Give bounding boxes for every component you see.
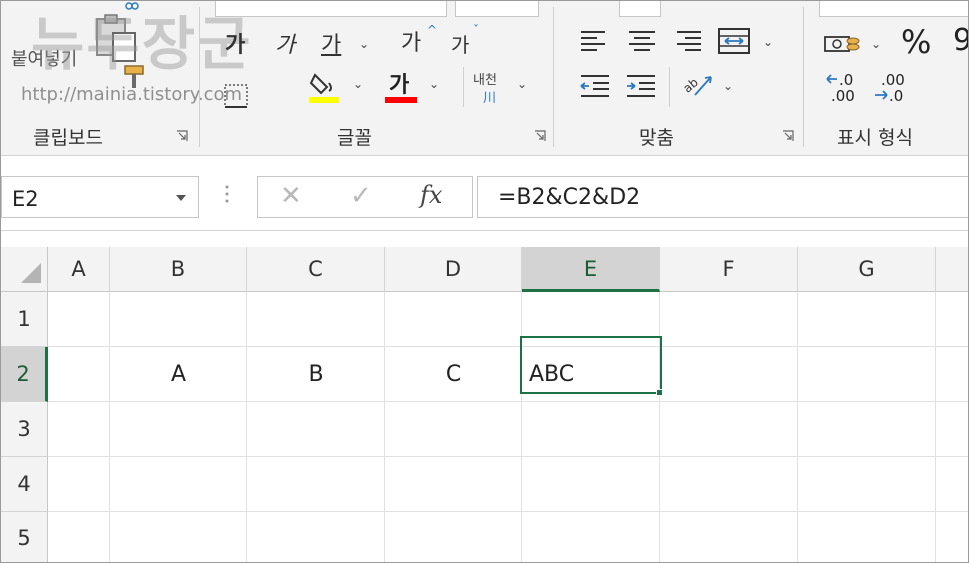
worksheet-grid: A B C D E F G 1 2 3 4 5 A B C ABC xyxy=(1,247,968,562)
increase-decimal-button[interactable]: .0 .00 xyxy=(825,71,861,107)
gridline xyxy=(384,292,385,562)
row-header-5[interactable]: 5 xyxy=(1,512,48,562)
orientation-dropdown-icon[interactable]: ⌄ xyxy=(723,79,733,93)
increase-decimal-bottom: .00 xyxy=(831,87,855,105)
active-cell-border xyxy=(520,336,662,394)
insert-function-icon[interactable]: fx xyxy=(420,181,442,209)
phonetic-icon: 川 xyxy=(483,91,497,106)
font-size-increase-button[interactable]: 가 xyxy=(401,25,421,57)
number-group-label: 표시 형식 xyxy=(837,127,913,149)
decrease-arrow-icon: ˇ xyxy=(473,23,479,37)
column-header-c[interactable]: C xyxy=(247,247,385,292)
percent-style-button[interactable]: % xyxy=(901,23,931,61)
row-header-4[interactable]: 4 xyxy=(1,457,48,512)
divider xyxy=(463,67,464,107)
underline-button[interactable]: 가 xyxy=(321,27,341,59)
orientation-combo[interactable] xyxy=(619,1,661,17)
column-header-e[interactable]: E xyxy=(522,247,660,292)
align-center-icon[interactable] xyxy=(627,29,657,53)
formula-input[interactable]: =B2&C2&D2 xyxy=(477,176,968,218)
merge-center-icon[interactable] xyxy=(717,25,751,57)
formula-bar-resize-handle-icon[interactable] xyxy=(225,184,229,204)
formula-text: =B2&C2&D2 xyxy=(498,185,641,210)
align-right-icon[interactable] xyxy=(673,29,703,53)
font-group-label: 글꼴 xyxy=(337,127,372,149)
column-header-d[interactable]: D xyxy=(385,247,522,292)
orientation-icon[interactable]: ab xyxy=(681,71,715,101)
row-header-2[interactable]: 2 xyxy=(1,347,48,402)
comma-style-button[interactable]: 9 xyxy=(953,23,968,58)
increase-indent-icon[interactable] xyxy=(625,73,657,99)
column-header-h[interactable] xyxy=(936,247,968,292)
gridline xyxy=(659,292,660,562)
font-color-button[interactable]: 가 xyxy=(389,67,409,99)
underline-dropdown-icon[interactable]: ⌄ xyxy=(359,37,369,51)
group-separator xyxy=(199,7,200,147)
column-header-b[interactable]: B xyxy=(110,247,247,292)
fill-handle[interactable] xyxy=(656,389,663,396)
gridline xyxy=(521,292,522,562)
divider xyxy=(669,67,670,107)
align-left-icon[interactable] xyxy=(579,29,609,53)
bold-button[interactable]: 가 xyxy=(225,27,245,59)
clipboard-group-label: 클립보드 xyxy=(33,127,103,149)
alignment-launcher-icon[interactable] xyxy=(781,129,795,143)
row-header-1[interactable]: 1 xyxy=(1,292,48,347)
cancel-icon[interactable]: ✕ xyxy=(280,181,302,211)
alignment-group: ⌄ ab ⌄ 맞춤 xyxy=(555,1,803,156)
font-size-decrease-button[interactable]: 가 xyxy=(451,29,469,58)
decrease-decimal-bottom: .0 xyxy=(889,87,904,105)
decrease-indent-icon[interactable] xyxy=(579,73,611,99)
formula-buttons: ✕ ✓ fx xyxy=(257,176,473,218)
font-color-dropdown-icon[interactable]: ⌄ xyxy=(429,77,439,91)
group-separator xyxy=(553,7,554,147)
font-size-combo[interactable] xyxy=(455,1,539,17)
alignment-group-label: 맞춤 xyxy=(639,127,674,149)
gridline xyxy=(48,511,968,512)
cell-b2[interactable]: A xyxy=(110,347,247,402)
number-group: ⌄ % 9 .0 .00 .00 .0 표시 형식 xyxy=(805,1,968,156)
right-arrow-icon xyxy=(875,90,888,100)
excel-window: 붙여넣기 뉴두장군 http://mainia.tistory.com 클립보드 xyxy=(0,0,969,563)
number-format-combo[interactable] xyxy=(819,1,968,17)
accounting-format-icon[interactable] xyxy=(823,31,861,57)
gridline xyxy=(246,292,247,562)
select-all-button[interactable] xyxy=(1,247,48,292)
italic-button[interactable]: 가 xyxy=(275,27,295,59)
group-separator xyxy=(803,7,804,147)
cell-c2[interactable]: B xyxy=(247,347,385,402)
column-header-g[interactable]: G xyxy=(798,247,936,292)
fill-color-icon[interactable] xyxy=(307,69,341,105)
name-box-value: E2 xyxy=(12,187,39,211)
name-box[interactable]: E2 xyxy=(1,176,199,218)
cell-d2[interactable]: C xyxy=(385,347,522,402)
gridline xyxy=(48,456,968,457)
column-header-f[interactable]: F xyxy=(660,247,798,292)
phonetic-dropdown-icon[interactable]: ⌄ xyxy=(517,77,527,91)
fill-color-dropdown-icon[interactable]: ⌄ xyxy=(353,77,363,91)
font-group: 가 가 가 ⌄ 가 ^ 가 ˇ ⌄ 가 ⌄ 내천 川 ⌄ 글꼴 xyxy=(201,1,553,156)
clipboard-launcher-icon[interactable] xyxy=(175,129,189,143)
enter-icon[interactable]: ✓ xyxy=(350,181,372,211)
row-header-3[interactable]: 3 xyxy=(1,402,48,457)
column-header-a[interactable]: A xyxy=(48,247,110,292)
formula-bar: E2 ✕ ✓ fx =B2&C2&D2 xyxy=(1,157,968,231)
name-box-dropdown-icon[interactable] xyxy=(176,195,186,201)
increase-arrow-icon: ^ xyxy=(427,23,438,37)
decrease-decimal-button[interactable]: .00 .0 xyxy=(873,71,909,107)
clipboard-group: 붙여넣기 뉴두장군 http://mainia.tistory.com 클립보드 xyxy=(1,1,250,156)
accounting-dropdown-icon[interactable]: ⌄ xyxy=(871,37,881,51)
gridline xyxy=(109,292,110,562)
font-launcher-icon[interactable] xyxy=(533,129,547,143)
phonetic-button[interactable]: 내천 xyxy=(473,69,497,88)
gridline xyxy=(935,292,936,562)
font-color-swatch xyxy=(385,97,417,103)
select-all-triangle-icon xyxy=(21,263,41,283)
merge-dropdown-icon[interactable]: ⌄ xyxy=(763,35,773,49)
left-arrow-icon xyxy=(826,74,837,84)
font-name-combo[interactable] xyxy=(215,1,447,17)
ribbon: 붙여넣기 뉴두장군 http://mainia.tistory.com 클립보드 xyxy=(1,1,968,156)
gridline xyxy=(797,292,798,562)
